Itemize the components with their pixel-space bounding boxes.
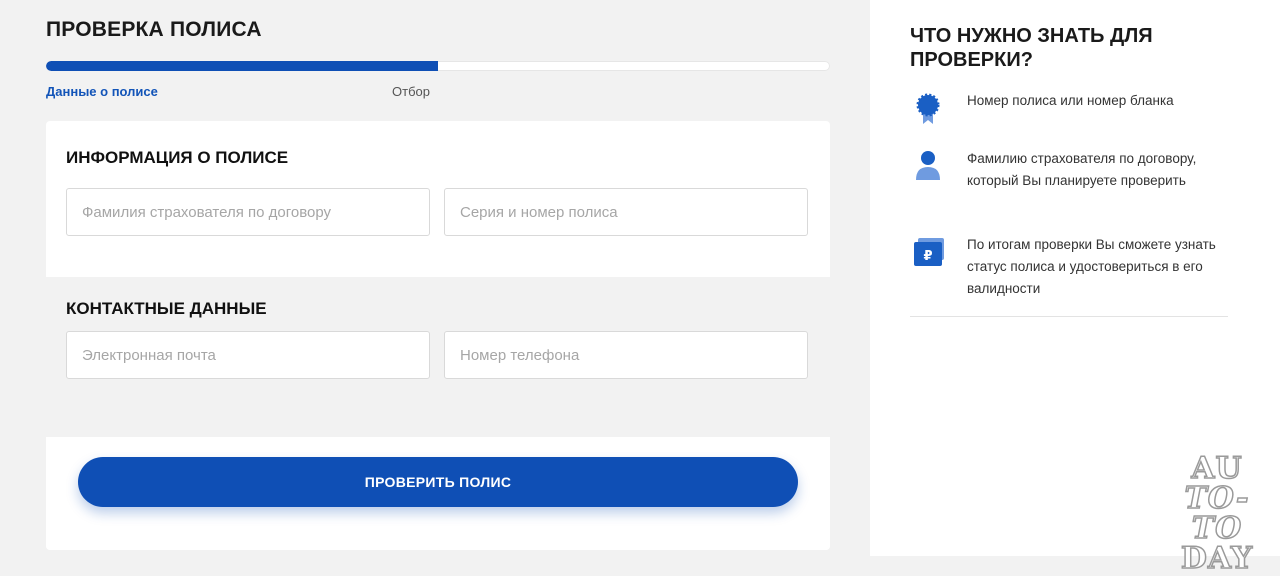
progress-bar: [46, 61, 830, 71]
step-label-next: Отбор: [392, 84, 430, 99]
sidebar-title: ЧТО НУЖНО ЗНАТЬ ДЛЯ ПРОВЕРКИ?: [910, 25, 1153, 71]
watermark-line: AU: [1191, 451, 1243, 486]
check-policy-button[interactable]: ПРОВЕРИТЬ ПОЛИС: [78, 457, 798, 507]
person-icon: [912, 150, 946, 184]
contact-section: КОНТАКТНЫЕ ДАННЫЕ: [46, 277, 830, 437]
tip-text: Фамилию страхователя по договору, которы…: [967, 151, 1197, 188]
phone-input[interactable]: [444, 331, 808, 379]
main-panel: ПРОВЕРКА ПОЛИСА Данные о полисе Отбор ИН…: [0, 0, 870, 556]
surname-input[interactable]: [66, 188, 430, 236]
watermark-line: TO-TO: [1184, 481, 1250, 546]
svg-text:₽: ₽: [923, 249, 932, 264]
site-watermark-logo: AU TO-TO DAY: [1162, 451, 1272, 576]
badge-icon: [912, 92, 946, 126]
tip-text: Номер полиса или номер бланка: [967, 93, 1174, 108]
progress-fill: [46, 61, 438, 71]
submit-area: ПРОВЕРИТЬ ПОЛИС: [46, 437, 830, 550]
section-title-contacts: КОНТАКТНЫЕ ДАННЫЕ: [66, 299, 267, 318]
page-title: ПРОВЕРКА ПОЛИСА: [46, 18, 262, 41]
info-sidebar: ЧТО НУЖНО ЗНАТЬ ДЛЯ ПРОВЕРКИ? Номер поли…: [870, 0, 1280, 574]
email-input[interactable]: [66, 331, 430, 379]
divider: [910, 316, 1228, 317]
step-label-current: Данные о полисе: [46, 84, 158, 99]
policy-form-card: ИНФОРМАЦИЯ О ПОЛИСЕ КОНТАКТНЫЕ ДАННЫЕ ПР…: [46, 121, 830, 550]
ruble-wallet-icon: ₽: [912, 236, 946, 270]
tip-text: По итогам проверки Вы сможете узнать ста…: [967, 237, 1216, 296]
watermark-line: DAY: [1180, 541, 1254, 576]
policy-number-input[interactable]: [444, 188, 808, 236]
section-title-policy-info: ИНФОРМАЦИЯ О ПОЛИСЕ: [66, 148, 289, 167]
